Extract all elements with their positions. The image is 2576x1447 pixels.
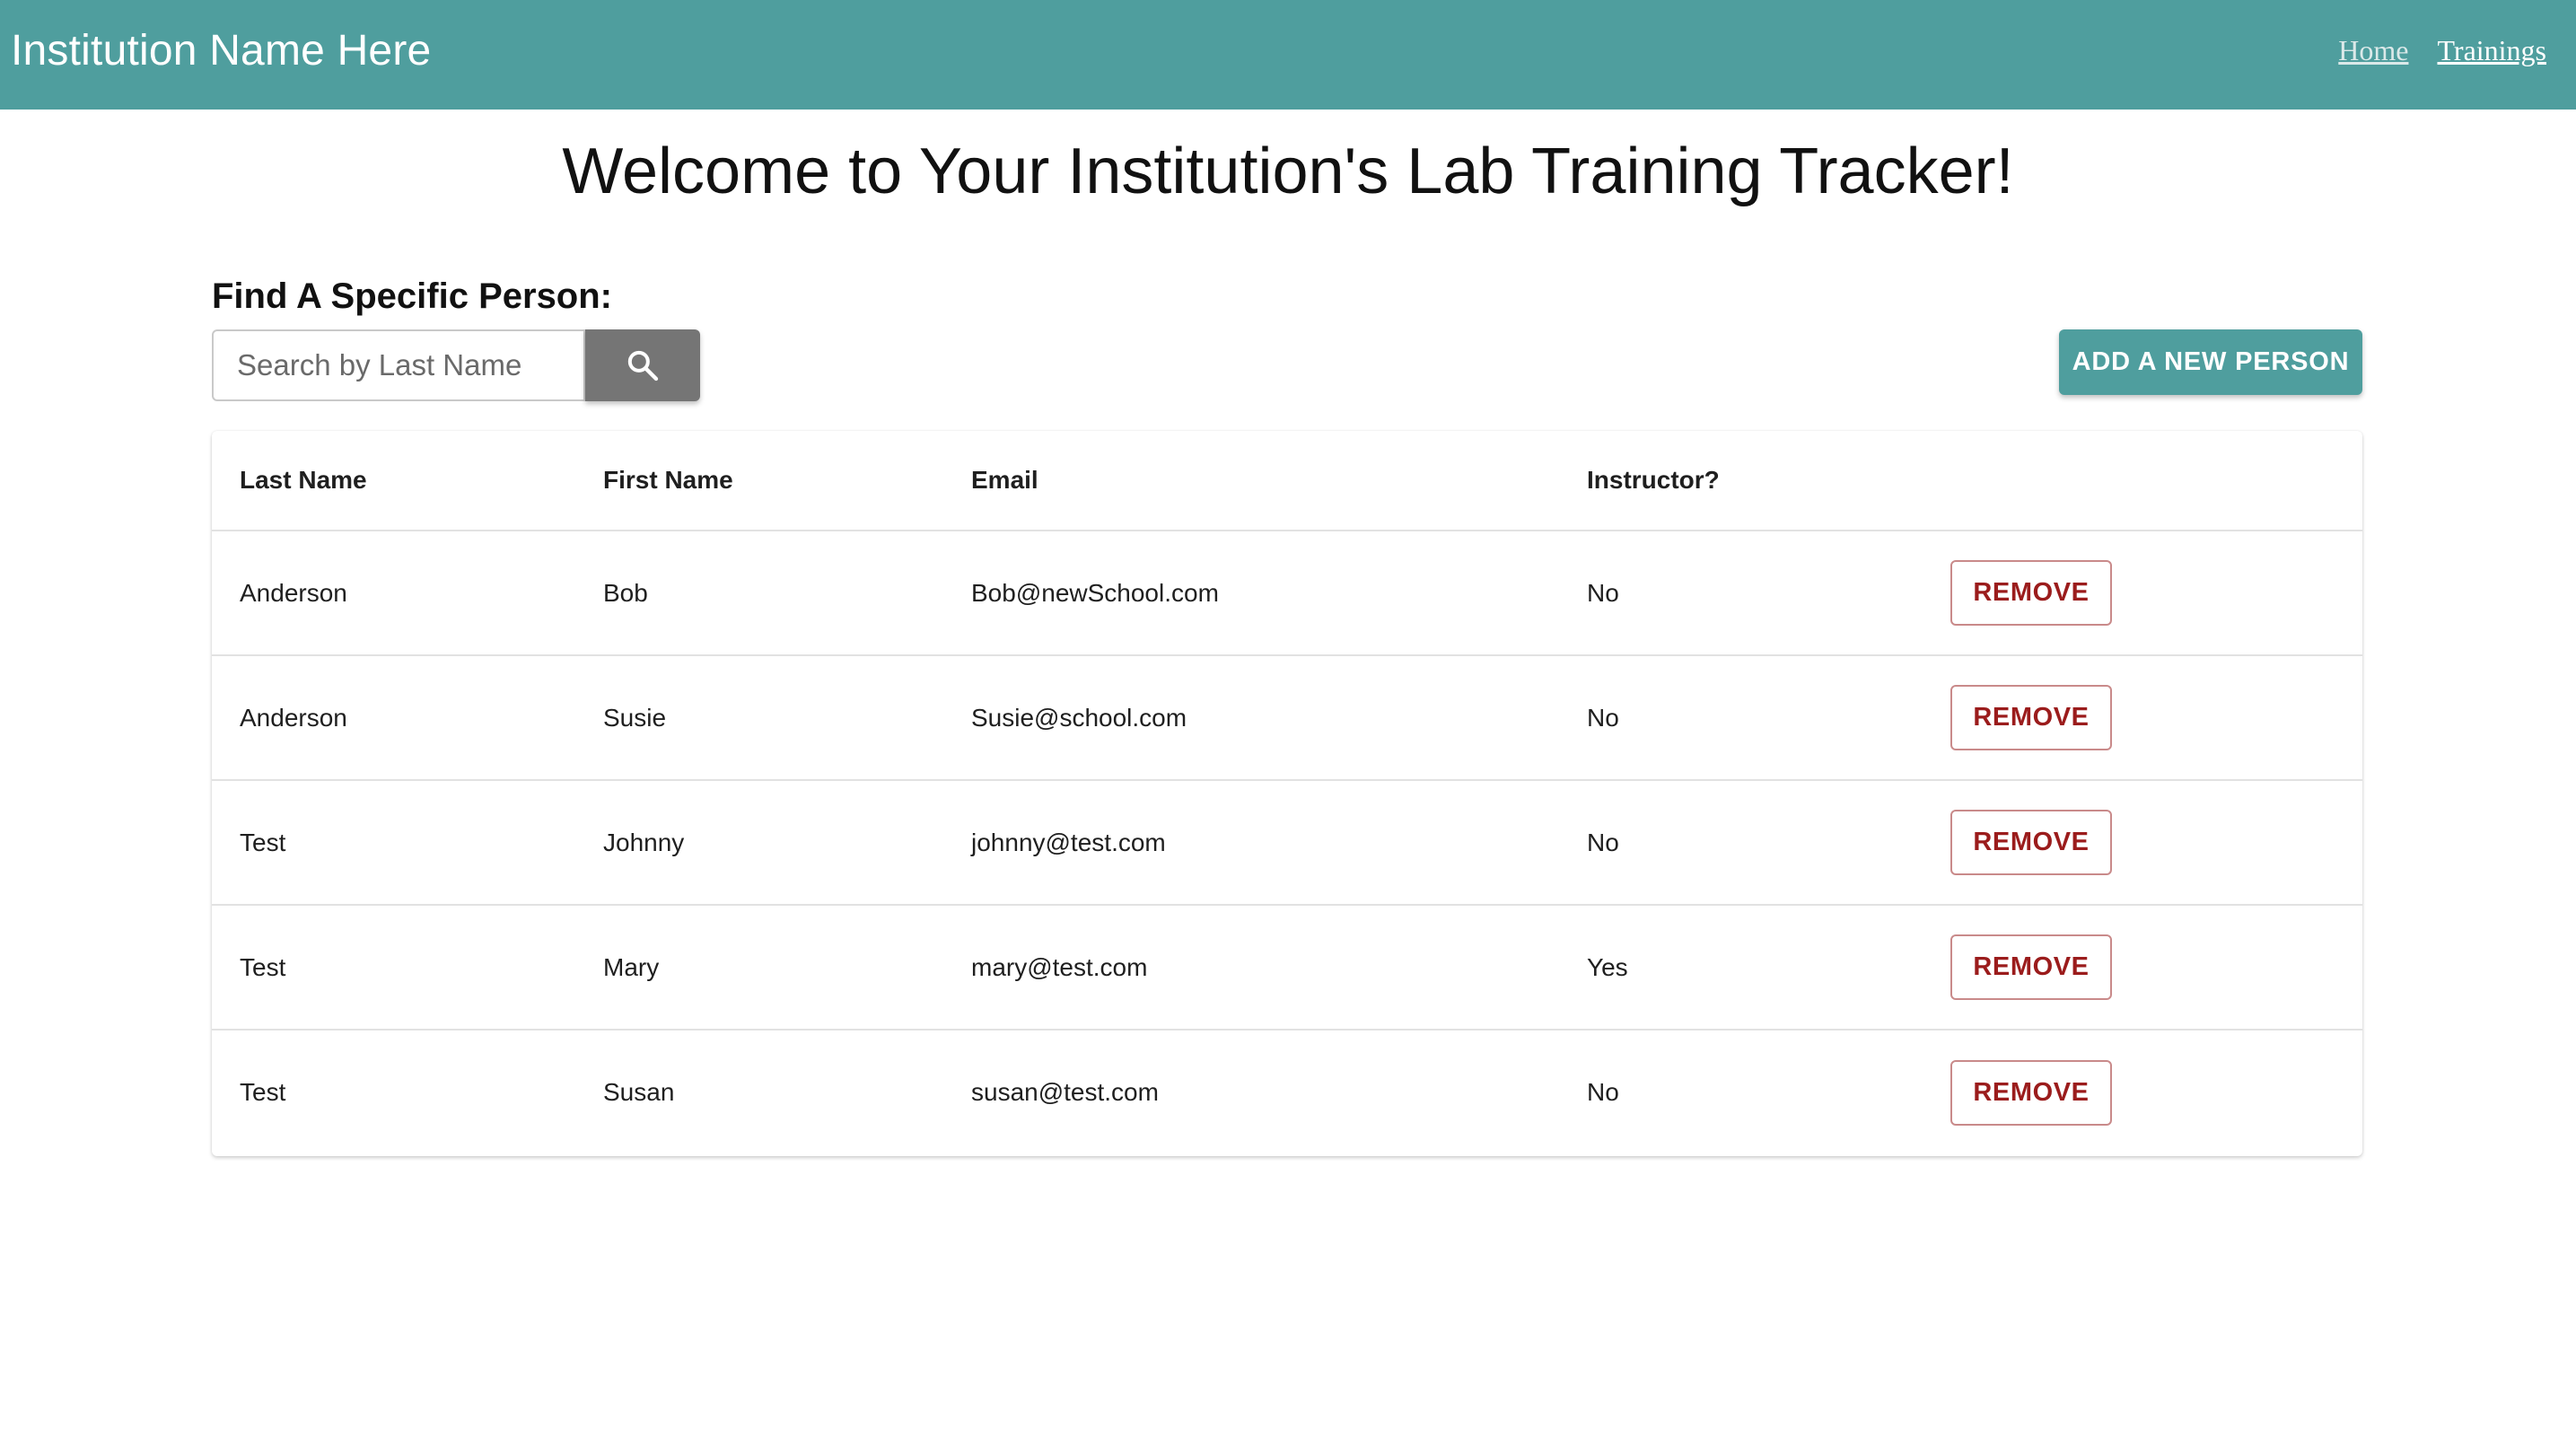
cell-instructor: Yes xyxy=(1559,905,1923,1030)
nav-link-home[interactable]: Home xyxy=(2338,34,2408,67)
cell-email: Bob@newSchool.com xyxy=(943,531,1559,656)
cell-actions: REMOVE xyxy=(1923,531,2362,656)
table-header-row: Last Name First Name Email Instructor? xyxy=(212,431,2362,531)
column-header-actions xyxy=(1923,431,2362,531)
remove-button[interactable]: REMOVE xyxy=(1950,934,2112,1000)
cell-first-name: Susan xyxy=(603,1078,675,1106)
cell-first-name: Johnny xyxy=(575,780,943,906)
column-header-first-name: First Name xyxy=(575,431,943,531)
cell-last-name: Anderson xyxy=(212,531,575,656)
table-row: Anderson Bob Bob@newSchool.com No REMOVE xyxy=(212,531,2362,656)
cell-first-name: Susie xyxy=(575,655,943,781)
remove-button[interactable]: REMOVE xyxy=(1950,560,2112,626)
cell-email: Susie@school.com xyxy=(943,655,1559,781)
table-row: Test Mary mary@test.com Yes REMOVE xyxy=(212,905,2362,1030)
cell-email: mary@test.com xyxy=(943,905,1559,1030)
cell-last-name: Test xyxy=(212,780,575,906)
search-label: Find A Specific Person: xyxy=(212,276,612,316)
cell-last-name: Test xyxy=(212,905,575,1030)
cell-instructor: No xyxy=(1587,1078,1619,1106)
search-button[interactable] xyxy=(585,329,700,401)
cell-last-name: Anderson xyxy=(212,655,575,781)
cell-email: susan@test.com xyxy=(971,1078,1159,1106)
column-header-last-name: Last Name xyxy=(212,431,575,531)
remove-button[interactable]: REMOVE xyxy=(1950,1059,2112,1126)
top-app-bar: Institution Name Here Home Trainings xyxy=(0,0,2576,110)
cell-actions: REMOVE xyxy=(1923,905,2362,1030)
column-header-email: Email xyxy=(943,431,1559,531)
people-table-card: Last Name First Name Email Instructor? A… xyxy=(212,431,2362,1156)
cell-email: johnny@test.com xyxy=(943,780,1559,906)
column-header-instructor: Instructor? xyxy=(1559,431,1923,531)
add-new-person-button[interactable]: ADD A NEW PERSON xyxy=(2059,329,2362,395)
last-name-search-input[interactable] xyxy=(212,329,585,401)
page-title: Welcome to Your Institution's Lab Traini… xyxy=(562,136,2014,207)
cell-instructor: No xyxy=(1559,531,1923,656)
cell-actions: REMOVE xyxy=(1923,1030,2362,1154)
search-icon xyxy=(627,350,659,381)
top-navigation: Home Trainings xyxy=(2338,34,2546,67)
table-row: Test Johnny johnny@test.com No REMOVE xyxy=(212,780,2362,906)
cell-actions: REMOVE xyxy=(1923,780,2362,906)
people-table: Last Name First Name Email Instructor? A… xyxy=(212,431,2362,1154)
remove-button[interactable]: REMOVE xyxy=(1950,685,2112,750)
table-row: Anderson Susie Susie@school.com No REMOV… xyxy=(212,655,2362,781)
table-row: Test Susan susan@test.com No REMOVE xyxy=(212,1030,2362,1154)
cell-actions: REMOVE xyxy=(1923,655,2362,781)
cell-instructor: No xyxy=(1559,655,1923,781)
nav-link-trainings[interactable]: Trainings xyxy=(2437,34,2546,67)
cell-instructor: No xyxy=(1559,780,1923,906)
remove-button[interactable]: REMOVE xyxy=(1950,810,2112,875)
cell-first-name: Mary xyxy=(575,905,943,1030)
institution-name: Institution Name Here xyxy=(11,26,432,75)
cell-last-name: Test xyxy=(240,1078,286,1106)
cell-first-name: Bob xyxy=(575,531,943,656)
